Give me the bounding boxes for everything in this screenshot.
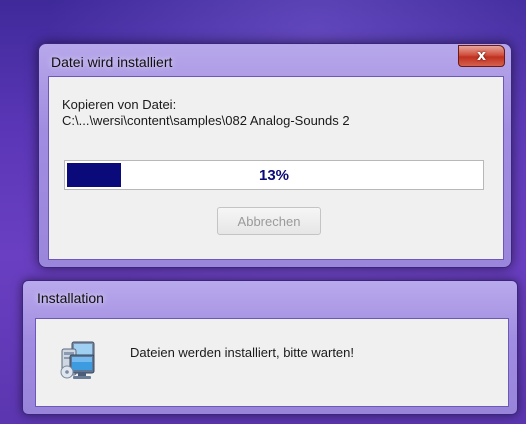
progress-percent: 13% <box>258 166 290 184</box>
dialog-client-area: Dateien werden installiert, bitte warten… <box>35 318 509 407</box>
close-icon: x <box>476 48 487 64</box>
progress-bar: 13% <box>64 160 484 190</box>
computer-setup-icon <box>60 341 95 379</box>
cancel-button[interactable]: Abbrechen <box>217 207 321 235</box>
dialog-client-area: Kopieren von Datei: C:\...\wersi\content… <box>48 76 504 260</box>
copy-dialog: Datei wird installiert x Kopieren von Da… <box>38 43 512 268</box>
close-button[interactable]: x <box>458 45 505 67</box>
install-message: Dateien werden installiert, bitte warten… <box>130 345 355 360</box>
dialog-title: Installation <box>37 290 104 306</box>
dialog-title: Datei wird installiert <box>51 54 173 70</box>
copy-file-path: C:\...\wersi\content\samples\082 Analog-… <box>62 113 350 128</box>
installation-dialog: Installation Dateien werden installiert,… <box>22 280 518 415</box>
copy-label: Kopieren von Datei: <box>62 97 177 112</box>
